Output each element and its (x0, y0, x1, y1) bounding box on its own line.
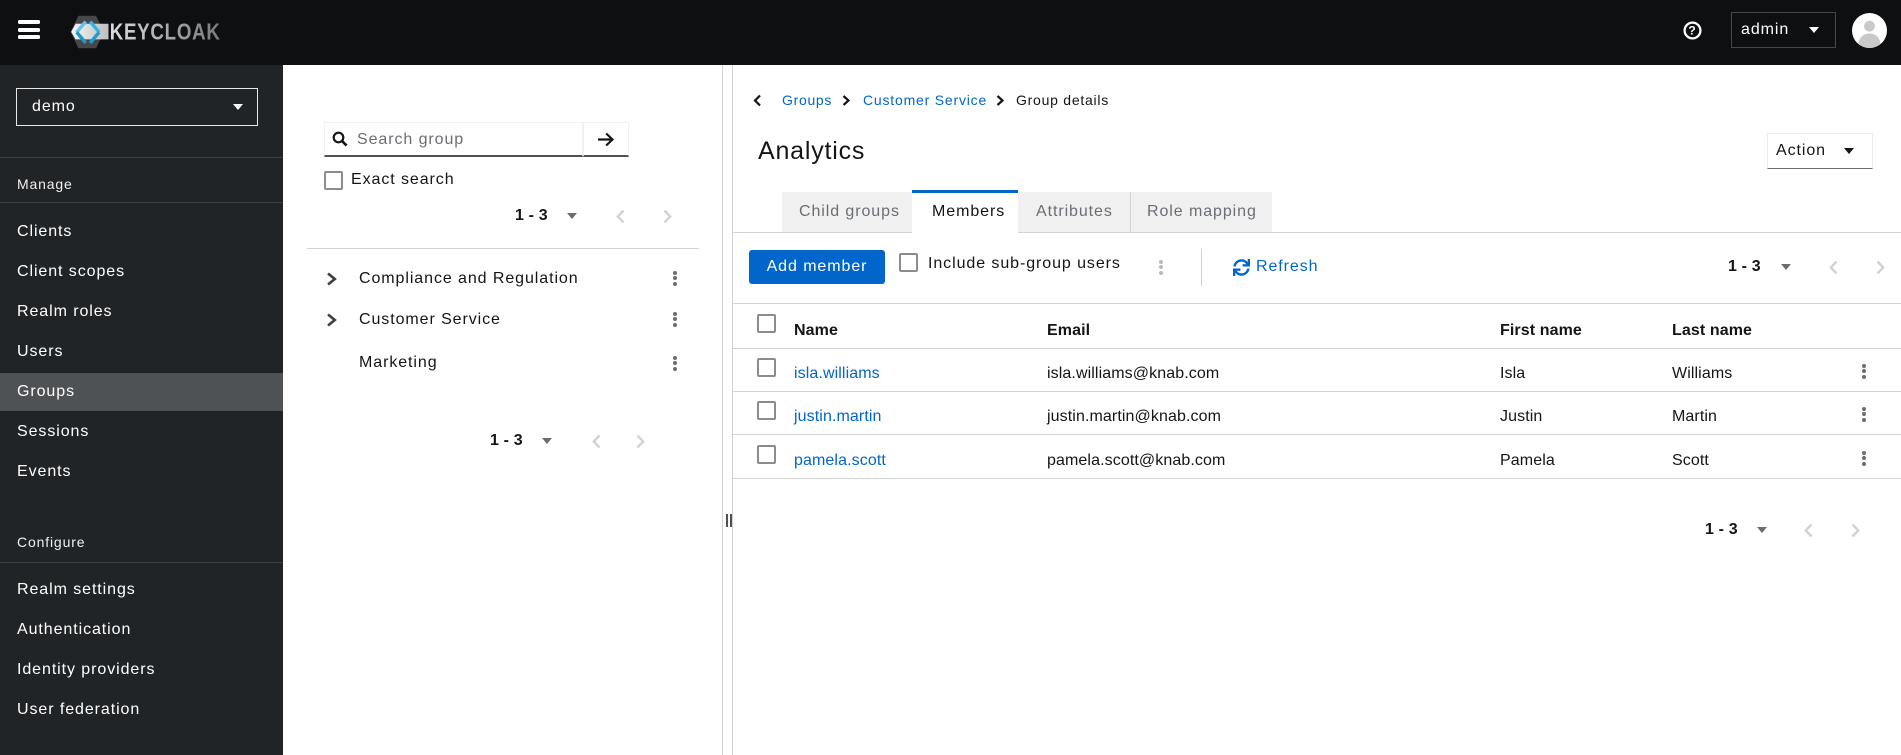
svg-text:KEYCLOAK: KEYCLOAK (110, 19, 221, 45)
svg-text:?: ? (1688, 23, 1696, 37)
